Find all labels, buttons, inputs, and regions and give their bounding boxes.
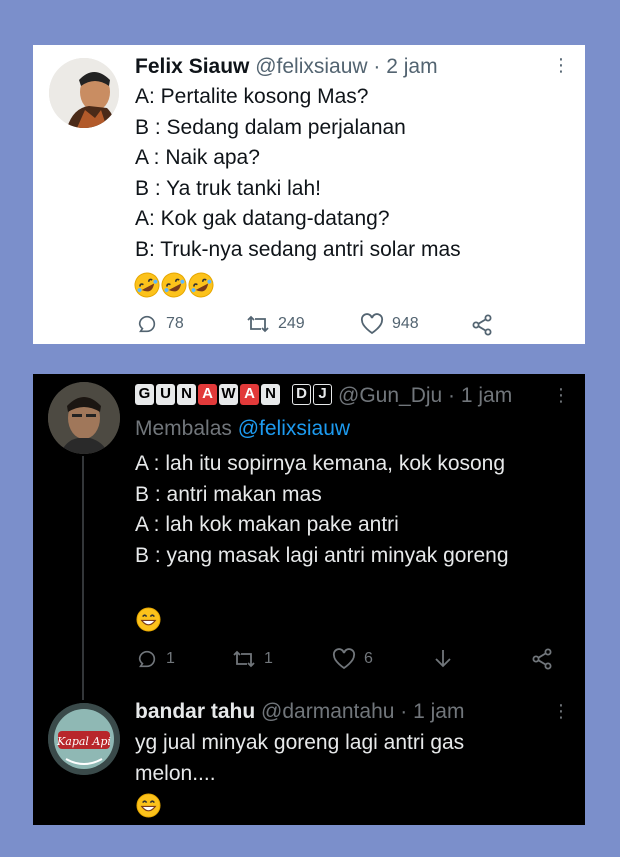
more-options-icon[interactable]: ⋮ [552,386,570,404]
text-line: A: Kok gak datang-datang? [135,207,390,230]
name-letter: N [261,383,280,405]
like-count: 6 [364,650,373,667]
replying-prefix: Membalas [135,417,232,440]
more-options-icon[interactable]: ⋮ [552,56,570,74]
text-line: A : lah kok makan pake antri [135,513,399,536]
emoji-row [134,272,214,298]
name-letter: G [135,383,154,405]
rolling-laughing-emoji-icon [161,272,187,298]
tweet-card-felix[interactable]: Felix Siauw @felixsiauw · 2 jam ⋮ A: Per… [33,45,585,344]
avatar[interactable] [49,58,119,128]
user-handle[interactable]: @felixsiauw [255,55,367,78]
download-button[interactable] [432,647,454,671]
text-line: A : lah itu sopirnya kemana, kok kosong [135,452,506,475]
heart-icon [360,313,384,335]
like-button[interactable]: 948 [360,313,419,335]
name-letter: A [240,383,259,405]
share-button[interactable] [530,647,554,671]
timestamp[interactable]: · 2 jam [373,55,437,78]
tweet-text: yg jual minyak goreng lagi antri gas melo… [135,728,464,789]
text-line: B : antri makan mas [135,482,322,506]
tweet-header: bandar tahu @darmantahu · 1 jam [135,699,464,725]
text-line: B : Sedang dalam perjalanan [135,115,406,139]
avatar[interactable] [48,382,120,454]
retweet-count: 249 [278,315,305,332]
heart-icon [332,648,356,670]
timestamp[interactable]: · 1 jam [400,700,464,723]
text-line: B: Truk-nya sedang antri solar mas [135,237,461,261]
thread-connector-line [82,456,84,700]
reply-count: 78 [166,315,184,332]
more-options-icon[interactable]: ⋮ [552,702,570,720]
retweet-button[interactable]: 249 [246,313,305,335]
replying-to: Membalas @felixsiauw [135,416,350,442]
rolling-laughing-emoji-icon [188,272,214,298]
display-name[interactable]: Felix Siauw [135,55,249,78]
name-letter: A [198,383,217,405]
share-button[interactable] [470,313,494,337]
tweet-text: A: Pertalite kosong Mas? B : Sedang dalam… [135,82,461,265]
reply-icon [138,650,156,668]
text-line: melon.... [135,761,216,785]
name-letter: W [219,383,238,405]
replying-to-handle[interactable]: @felixsiauw [238,417,350,440]
tweet-header: G U N A W A N D J @Gun_Dju · 1 jam [135,383,512,409]
name-letter: U [156,383,175,405]
text-line: A : Naik apa? [135,146,260,169]
grinning-emoji-icon [136,793,161,818]
share-icon [472,314,492,336]
text-line: B : Ya truk tanki lah! [135,176,321,200]
retweet-button[interactable]: 1 [232,648,273,670]
text-line: A: Pertalite kosong Mas? [135,85,369,108]
retweet-count: 1 [264,650,273,667]
download-arrow-icon [435,650,451,668]
tweet-header: Felix Siauw @felixsiauw · 2 jam [135,54,438,80]
reply-button[interactable]: 1 [136,648,175,670]
reply-button[interactable]: 78 [136,313,184,335]
display-name[interactable]: bandar tahu [135,700,255,723]
reply-icon [138,315,156,333]
like-button[interactable]: 6 [332,648,373,670]
rolling-laughing-emoji-icon [134,272,160,298]
name-letter: J [313,383,332,405]
user-handle[interactable]: @darmantahu [261,700,394,723]
text-line: yg jual minyak goreng lagi antri gas [135,731,465,754]
reply-count: 1 [166,650,175,667]
name-letter: N [177,383,196,405]
avatar[interactable]: Kapal Api [48,703,120,775]
retweet-icon [247,315,269,333]
share-icon [532,648,552,670]
user-handle[interactable]: @Gun_Dju [338,384,442,407]
retweet-icon [233,650,255,668]
tweet-text: A : lah itu sopirnya kemana, kok kosong B… [135,449,509,571]
avatar-logo-text: Kapal Api [56,735,111,748]
timestamp[interactable]: · 1 jam [448,384,512,407]
display-name[interactable]: G U N A W A N D J [135,383,332,405]
like-count: 948 [392,315,419,332]
name-letter-spacer [282,384,290,405]
text-line: B : yang masak lagi antri minyak goreng [135,543,509,567]
name-letter: D [292,383,311,405]
grinning-emoji-icon [136,607,161,632]
